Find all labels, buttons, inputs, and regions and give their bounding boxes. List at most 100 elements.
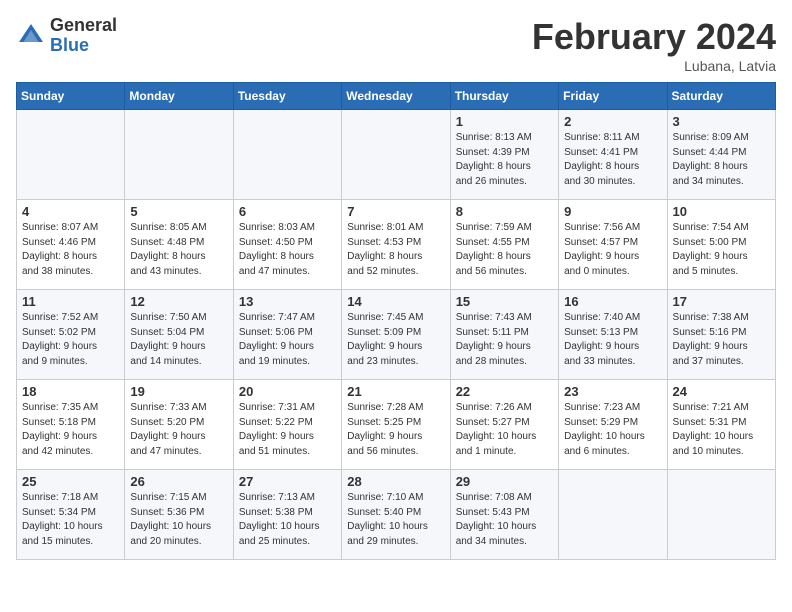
day-number: 18 <box>22 384 119 399</box>
calendar-day-cell: 25 Sunrise: 7:18 AM Sunset: 5:34 PM Dayli… <box>17 470 125 560</box>
calendar-day-cell <box>342 110 450 200</box>
day-number: 9 <box>564 204 661 219</box>
day-info: Sunrise: 7:08 AM Sunset: 5:43 PM Dayligh… <box>456 491 553 549</box>
day-of-week-header: Tuesday <box>233 83 341 110</box>
day-number: 1 <box>456 114 553 129</box>
day-of-week-header: Thursday <box>450 83 558 110</box>
calendar-day-cell: 1 Sunrise: 8:13 AM Sunset: 4:39 PM Daylig… <box>450 110 558 200</box>
calendar-body: 1 Sunrise: 8:13 AM Sunset: 4:39 PM Daylig… <box>17 110 776 560</box>
calendar-table: SundayMondayTuesdayWednesdayThursdayFrid… <box>16 82 776 560</box>
calendar-day-cell: 8 Sunrise: 7:59 AM Sunset: 4:55 PM Daylig… <box>450 200 558 290</box>
day-number: 27 <box>239 474 336 489</box>
calendar-day-cell: 3 Sunrise: 8:09 AM Sunset: 4:44 PM Daylig… <box>667 110 775 200</box>
day-number: 7 <box>347 204 444 219</box>
day-info: Sunrise: 7:56 AM Sunset: 4:57 PM Dayligh… <box>564 221 661 279</box>
calendar-week-row: 18 Sunrise: 7:35 AM Sunset: 5:18 PM Dayli… <box>17 380 776 470</box>
day-number: 26 <box>130 474 227 489</box>
day-of-week-header: Monday <box>125 83 233 110</box>
day-number: 10 <box>673 204 770 219</box>
calendar-day-cell: 12 Sunrise: 7:50 AM Sunset: 5:04 PM Dayli… <box>125 290 233 380</box>
day-number: 23 <box>564 384 661 399</box>
location-subtitle: Lubana, Latvia <box>532 58 776 74</box>
day-info: Sunrise: 7:13 AM Sunset: 5:38 PM Dayligh… <box>239 491 336 549</box>
calendar-day-cell: 19 Sunrise: 7:33 AM Sunset: 5:20 PM Dayli… <box>125 380 233 470</box>
day-number: 28 <box>347 474 444 489</box>
day-number: 11 <box>22 294 119 309</box>
day-number: 21 <box>347 384 444 399</box>
calendar-day-cell: 26 Sunrise: 7:15 AM Sunset: 5:36 PM Dayli… <box>125 470 233 560</box>
day-number: 16 <box>564 294 661 309</box>
calendar-day-cell: 17 Sunrise: 7:38 AM Sunset: 5:16 PM Dayli… <box>667 290 775 380</box>
calendar-day-cell: 14 Sunrise: 7:45 AM Sunset: 5:09 PM Dayli… <box>342 290 450 380</box>
day-number: 4 <box>22 204 119 219</box>
day-info: Sunrise: 7:40 AM Sunset: 5:13 PM Dayligh… <box>564 311 661 369</box>
calendar-week-row: 25 Sunrise: 7:18 AM Sunset: 5:34 PM Dayli… <box>17 470 776 560</box>
calendar-week-row: 1 Sunrise: 8:13 AM Sunset: 4:39 PM Daylig… <box>17 110 776 200</box>
day-info: Sunrise: 7:21 AM Sunset: 5:31 PM Dayligh… <box>673 401 770 459</box>
day-of-week-header: Wednesday <box>342 83 450 110</box>
page-header: General Blue February 2024 Lubana, Latvi… <box>16 16 776 74</box>
day-info: Sunrise: 7:50 AM Sunset: 5:04 PM Dayligh… <box>130 311 227 369</box>
calendar-day-cell: 23 Sunrise: 7:23 AM Sunset: 5:29 PM Dayli… <box>559 380 667 470</box>
day-info: Sunrise: 7:35 AM Sunset: 5:18 PM Dayligh… <box>22 401 119 459</box>
day-info: Sunrise: 7:54 AM Sunset: 5:00 PM Dayligh… <box>673 221 770 279</box>
day-number: 19 <box>130 384 227 399</box>
day-info: Sunrise: 8:13 AM Sunset: 4:39 PM Dayligh… <box>456 131 553 189</box>
day-number: 22 <box>456 384 553 399</box>
day-info: Sunrise: 8:05 AM Sunset: 4:48 PM Dayligh… <box>130 221 227 279</box>
day-info: Sunrise: 7:10 AM Sunset: 5:40 PM Dayligh… <box>347 491 444 549</box>
day-info: Sunrise: 7:23 AM Sunset: 5:29 PM Dayligh… <box>564 401 661 459</box>
day-info: Sunrise: 7:26 AM Sunset: 5:27 PM Dayligh… <box>456 401 553 459</box>
calendar-week-row: 4Sunrise: 8:07 AM Sunset: 4:46 PM Daylig… <box>17 200 776 290</box>
day-info: Sunrise: 7:52 AM Sunset: 5:02 PM Dayligh… <box>22 311 119 369</box>
month-title: February 2024 <box>532 16 776 58</box>
calendar-day-cell: 5 Sunrise: 8:05 AM Sunset: 4:48 PM Daylig… <box>125 200 233 290</box>
calendar-day-cell: 20Sunrise: 7:31 AM Sunset: 5:22 PM Dayli… <box>233 380 341 470</box>
calendar-day-cell <box>125 110 233 200</box>
day-info: Sunrise: 7:38 AM Sunset: 5:16 PM Dayligh… <box>673 311 770 369</box>
calendar-day-cell: 6Sunrise: 8:03 AM Sunset: 4:50 PM Daylig… <box>233 200 341 290</box>
day-number: 2 <box>564 114 661 129</box>
day-number: 15 <box>456 294 553 309</box>
calendar-day-cell: 9 Sunrise: 7:56 AM Sunset: 4:57 PM Daylig… <box>559 200 667 290</box>
day-info: Sunrise: 7:18 AM Sunset: 5:34 PM Dayligh… <box>22 491 119 549</box>
day-info: Sunrise: 8:09 AM Sunset: 4:44 PM Dayligh… <box>673 131 770 189</box>
calendar-day-cell: 4Sunrise: 8:07 AM Sunset: 4:46 PM Daylig… <box>17 200 125 290</box>
day-number: 24 <box>673 384 770 399</box>
calendar-day-cell: 29 Sunrise: 7:08 AM Sunset: 5:43 PM Dayli… <box>450 470 558 560</box>
day-number: 14 <box>347 294 444 309</box>
day-number: 13 <box>239 294 336 309</box>
calendar-day-cell: 28 Sunrise: 7:10 AM Sunset: 5:40 PM Dayli… <box>342 470 450 560</box>
days-of-week-header: SundayMondayTuesdayWednesdayThursdayFrid… <box>17 83 776 110</box>
day-info: Sunrise: 8:03 AM Sunset: 4:50 PM Dayligh… <box>239 221 336 279</box>
logo-icon <box>16 21 46 51</box>
calendar-day-cell: 11 Sunrise: 7:52 AM Sunset: 5:02 PM Dayli… <box>17 290 125 380</box>
day-number: 25 <box>22 474 119 489</box>
day-number: 17 <box>673 294 770 309</box>
day-info: Sunrise: 7:15 AM Sunset: 5:36 PM Dayligh… <box>130 491 227 549</box>
day-info: Sunrise: 7:31 AM Sunset: 5:22 PM Dayligh… <box>239 401 336 459</box>
day-number: 3 <box>673 114 770 129</box>
day-of-week-header: Saturday <box>667 83 775 110</box>
calendar-day-cell: 2Sunrise: 8:11 AM Sunset: 4:41 PM Daylig… <box>559 110 667 200</box>
day-number: 8 <box>456 204 553 219</box>
day-of-week-header: Sunday <box>17 83 125 110</box>
day-info: Sunrise: 7:33 AM Sunset: 5:20 PM Dayligh… <box>130 401 227 459</box>
day-info: Sunrise: 7:45 AM Sunset: 5:09 PM Dayligh… <box>347 311 444 369</box>
day-info: Sunrise: 8:01 AM Sunset: 4:53 PM Dayligh… <box>347 221 444 279</box>
calendar-day-cell: 22 Sunrise: 7:26 AM Sunset: 5:27 PM Dayli… <box>450 380 558 470</box>
logo-blue: Blue <box>50 36 117 56</box>
calendar-day-cell <box>559 470 667 560</box>
calendar-day-cell <box>17 110 125 200</box>
day-number: 5 <box>130 204 227 219</box>
calendar-day-cell: 27 Sunrise: 7:13 AM Sunset: 5:38 PM Dayli… <box>233 470 341 560</box>
day-info: Sunrise: 7:59 AM Sunset: 4:55 PM Dayligh… <box>456 221 553 279</box>
calendar-day-cell: 18 Sunrise: 7:35 AM Sunset: 5:18 PM Dayli… <box>17 380 125 470</box>
logo-general: General <box>50 16 117 36</box>
day-number: 29 <box>456 474 553 489</box>
calendar-day-cell: 10 Sunrise: 7:54 AM Sunset: 5:00 PM Dayli… <box>667 200 775 290</box>
day-number: 12 <box>130 294 227 309</box>
title-block: February 2024 Lubana, Latvia <box>532 16 776 74</box>
calendar-day-cell <box>233 110 341 200</box>
day-info: Sunrise: 7:28 AM Sunset: 5:25 PM Dayligh… <box>347 401 444 459</box>
